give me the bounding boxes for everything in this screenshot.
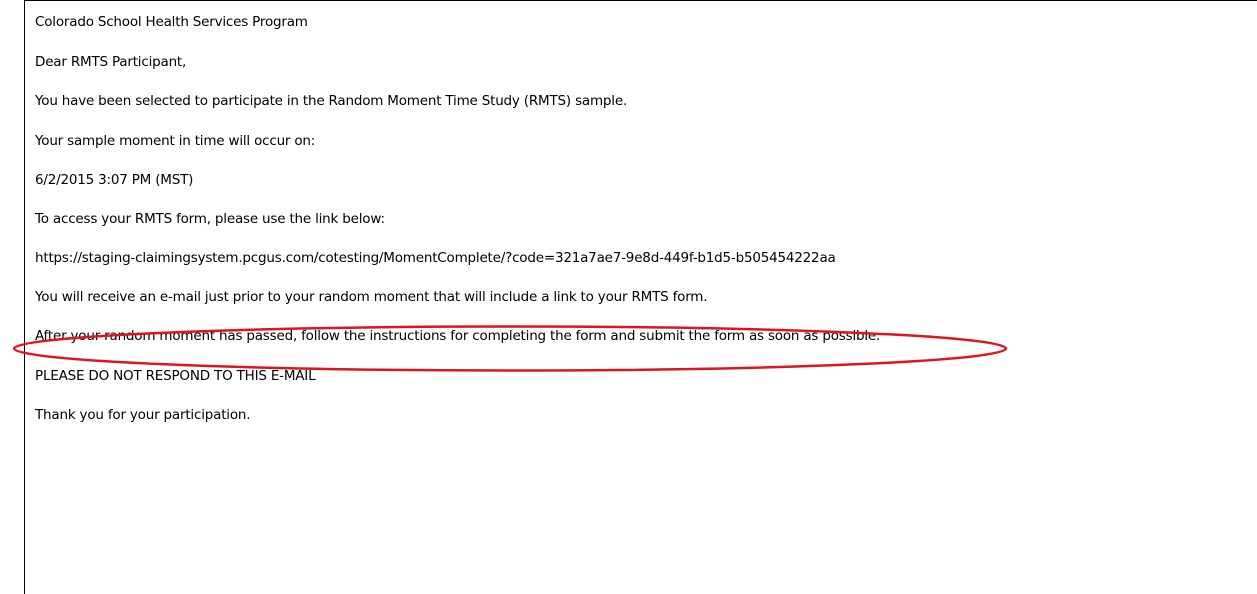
reminder-text: You will receive an e-mail just prior to…: [35, 289, 708, 305]
email-body: Colorado School Health Services Program …: [24, 0, 1257, 594]
no-reply-notice: PLEASE DO NOT RESPOND TO THIS E-MAIL: [35, 368, 316, 384]
moment-intro: Your sample moment in time will occur on…: [35, 133, 316, 149]
greeting: Dear RMTS Participant,: [35, 54, 187, 70]
instructions-text: After your random moment has passed, fol…: [35, 328, 881, 344]
program-name: Colorado School Health Services Program: [35, 14, 308, 30]
moment-datetime: 6/2/2015 3:07 PM (MST): [35, 172, 194, 188]
form-link[interactable]: https://staging-claimingsystem.pcgus.com…: [35, 249, 836, 267]
selection-notice: You have been selected to participate in…: [35, 93, 628, 109]
closing: Thank you for your participation.: [35, 407, 251, 423]
access-intro: To access your RMTS form, please use the…: [35, 211, 385, 227]
